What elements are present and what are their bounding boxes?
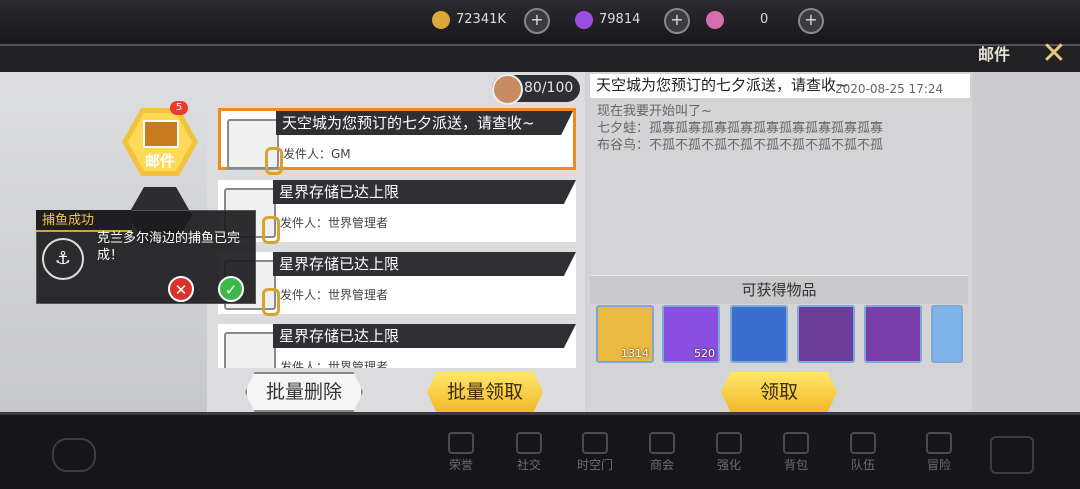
nav-portal[interactable]: 时空门 (570, 432, 620, 473)
nav-label: 荣誉 (448, 458, 473, 472)
mailbox-counter: 80/100 (492, 74, 580, 105)
bag-icon (783, 432, 809, 454)
mail-item[interactable]: 星界存储已达上限 发件人：世界管理者 (218, 252, 576, 316)
mail-title: 星界存储已达上限 (273, 252, 576, 276)
mail-title: 天空城为您预订的七夕派送，请查收~ (276, 111, 573, 135)
batch-claim-button[interactable]: 批量领取 (427, 372, 543, 412)
adventure-icon (926, 432, 952, 454)
nav-label: 队伍 (850, 458, 875, 472)
confirm-button[interactable]: ✓ (218, 276, 244, 302)
page-title: 邮件 (977, 45, 1010, 64)
mail-item[interactable]: 天空城为您预订的七夕派送，请查收~ 发件人：GM (218, 108, 576, 175)
chat-icon[interactable] (52, 438, 96, 472)
detail-date: 2020-08-25 17:24 (835, 82, 944, 96)
nav-honor[interactable]: 荣誉 (436, 432, 486, 473)
menu-icon[interactable] (990, 436, 1034, 474)
attachment-clip-icon (262, 288, 280, 316)
mail-item[interactable]: 星界存储已达上限 发件人：世界管理者 (218, 180, 576, 244)
crystal-amount: 79814 (599, 12, 641, 27)
guild-icon (649, 432, 675, 454)
tab-mail-label: 邮件 (144, 152, 175, 170)
nav-label: 社交 (516, 458, 541, 472)
mail-sender: 发件人：GM (283, 147, 351, 161)
gem-amount: 0 (760, 12, 769, 27)
attachment-clip-icon (262, 216, 280, 244)
gold-coin-icon (432, 10, 450, 29)
detail-line: 布谷鸟：不孤不孤不孤不孤不孤不孤不孤不孤不孤 (597, 138, 884, 153)
team-icon (850, 432, 876, 454)
nav-guild[interactable]: 商会 (637, 432, 687, 473)
envelope-icon (224, 332, 276, 368)
portal-icon (582, 432, 608, 454)
fishing-hook-icon: ⚓ (42, 238, 84, 280)
enhance-icon (716, 432, 742, 454)
close-icon[interactable]: ✕ (1038, 39, 1070, 70)
nav-bag[interactable]: 背包 (771, 432, 821, 473)
header-bar (0, 44, 1080, 72)
reward-slot[interactable]: 520 (662, 305, 720, 363)
reward-count: 520 (694, 347, 715, 360)
mailbox-count: 80/100 (524, 80, 574, 96)
reward-slot[interactable] (864, 305, 922, 363)
mail-title: 星界存储已达上限 (273, 180, 576, 204)
nav-team[interactable]: 队伍 (838, 432, 888, 473)
batch-delete-button[interactable]: 批量删除 (245, 372, 363, 412)
nav-label: 强化 (716, 458, 741, 472)
mail-title: 星界存储已达上限 (273, 324, 576, 348)
nav-social[interactable]: 社交 (504, 432, 554, 473)
mail-item[interactable]: 星界存储已达上限 发件人：世界管理者 (218, 324, 576, 368)
add-gem-button[interactable]: + (798, 8, 824, 34)
reward-slot[interactable] (931, 305, 963, 363)
add-gold-button[interactable]: + (524, 8, 550, 34)
notification-tag: 捕鱼成功 (36, 210, 132, 232)
gem-resource: 0 (706, 8, 768, 32)
reward-slot[interactable]: 1314 (596, 305, 654, 363)
right-margin (972, 72, 1080, 412)
nav-adventure[interactable]: 冒险 (914, 432, 964, 473)
notification-text: 克兰多尔海边的捕鱼已完成！ (97, 231, 241, 263)
add-crystal-button[interactable]: + (664, 8, 690, 34)
nav-enhance[interactable]: 强化 (704, 432, 754, 473)
nav-label: 商会 (649, 458, 674, 472)
unread-badge: 5 (170, 101, 188, 115)
envelope-icon (143, 120, 179, 148)
claim-button[interactable]: 领取 (721, 372, 837, 412)
detail-title: 天空城为您预订的七夕派送，请查收~ (596, 76, 849, 94)
gold-resource: 72341K (432, 8, 506, 32)
crystal-icon (575, 10, 593, 29)
reward-slot[interactable] (730, 305, 788, 363)
crystal-resource: 79814 (575, 8, 640, 32)
reward-slot[interactable] (797, 305, 855, 363)
reward-count: 1314 (621, 347, 649, 360)
gem-icon (706, 10, 724, 29)
nav-label: 冒险 (926, 458, 951, 472)
gold-amount: 72341K (456, 12, 506, 27)
rewards-title: 可获得物品 (741, 281, 817, 299)
honor-icon (448, 432, 474, 454)
dismiss-button[interactable]: ✕ (168, 276, 194, 302)
mail-sender: 发件人：世界管理者 (280, 360, 389, 368)
mail-sender: 发件人：世界管理者 (280, 288, 389, 302)
attachment-clip-icon (265, 147, 283, 175)
nav-label: 时空门 (576, 458, 613, 472)
nav-label: 背包 (783, 458, 808, 472)
social-icon (516, 432, 542, 454)
mailbox-icon (492, 74, 523, 105)
mail-sender: 发件人：世界管理者 (280, 216, 389, 230)
